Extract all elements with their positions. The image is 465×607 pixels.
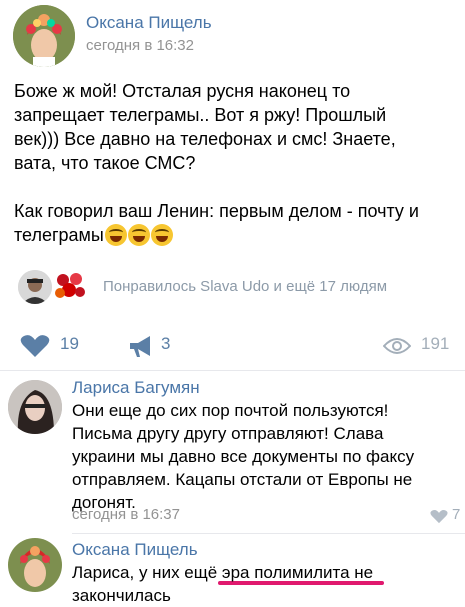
heart-icon: [20, 335, 50, 357]
post-text: Боже ж мой! Отсталая русня наконец то за…: [14, 79, 459, 247]
comment-text: Они еще до сих пор почтой пользуются! Пи…: [72, 399, 457, 514]
comment-time[interactable]: сегодня в 16:37: [72, 506, 180, 523]
post-text-line: век))) Все давно на телефонах и смс! Зна…: [14, 129, 396, 149]
megaphone-icon: [130, 336, 150, 357]
share-count: 3: [161, 334, 171, 353]
laughing-emoji-icon: [104, 224, 127, 246]
comment-text: Лариса, у них ещё эра полимилита не зако…: [72, 561, 457, 607]
post-text-line: запрещает телеграмы.. Вот я ржу! Прошлый: [14, 105, 387, 125]
laughing-emoji-icon: [150, 224, 173, 246]
comment-author-avatar[interactable]: [8, 538, 62, 592]
comment-text-line: Они еще до сих пор почтой пользуются!: [72, 401, 389, 420]
eye-icon: [383, 338, 411, 354]
like-button[interactable]: 19: [20, 331, 100, 359]
post-text-line: телеграмы: [14, 225, 104, 245]
comment-like-button[interactable]: 7: [430, 506, 464, 526]
views-count: 191: [421, 334, 450, 353]
post-author-avatar[interactable]: [13, 5, 75, 67]
liker-avatar[interactable]: [52, 268, 88, 304]
like-count: 19: [60, 334, 79, 353]
comment-author-name[interactable]: Оксана Пищель: [72, 540, 198, 560]
liker-avatar[interactable]: [18, 270, 52, 304]
comment-text-line: отправляем. Кацапы отстали от Европы не: [72, 470, 413, 489]
comment-author-avatar[interactable]: [8, 380, 62, 434]
comment-like-count: 7: [452, 506, 461, 523]
post-text-line: Как говорил ваш Ленин: первым делом - по…: [14, 201, 419, 221]
comment-author-name[interactable]: Лариса Багумян: [72, 378, 200, 398]
divider: [72, 533, 465, 534]
laughing-emoji-icon: [127, 224, 150, 246]
comment-text-line: украини мы давно все документы по факсу: [72, 447, 415, 466]
comment-text-line: Лариса, у них ещё эра полимилита не: [72, 563, 374, 582]
liked-by-text[interactable]: Понравилось Slava Udo и ещё 17 людям: [103, 278, 387, 295]
share-button[interactable]: 3: [128, 331, 208, 359]
views-counter: 191: [383, 331, 463, 359]
comment-text-line: Письма другу другу отправляют! Слава: [72, 424, 384, 443]
post-text-line: Боже ж мой! Отсталая русня наконец то: [14, 81, 351, 101]
post-text-last-line: телеграмы: [14, 223, 459, 247]
post-text-line: вата, что такое СМС?: [14, 153, 196, 173]
post-author-name[interactable]: Оксана Пищель: [86, 13, 212, 33]
divider: [0, 370, 465, 371]
post-time[interactable]: сегодня в 16:32: [86, 37, 194, 54]
heart-icon: [430, 509, 448, 524]
